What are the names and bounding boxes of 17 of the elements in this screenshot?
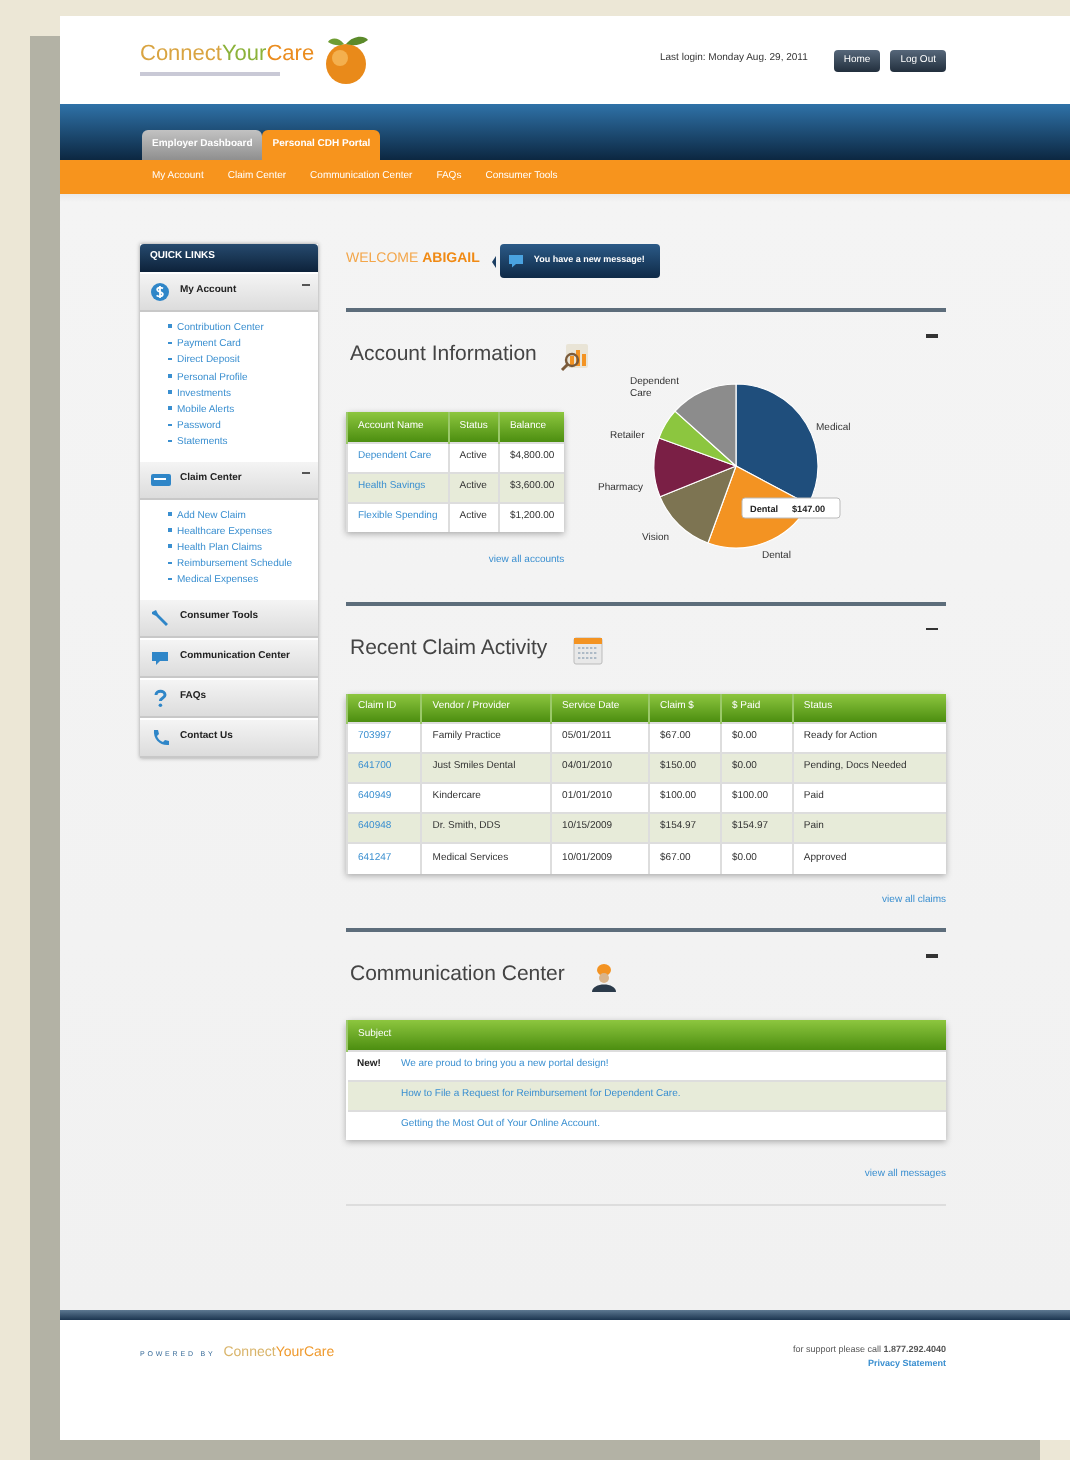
wrench-icon	[150, 607, 172, 628]
logo-text: ConnectYourCare	[140, 44, 315, 66]
fruit-logo-icon	[322, 34, 371, 86]
question-icon	[150, 687, 172, 708]
dollar-icon	[150, 282, 172, 302]
speech-bubble-icon	[150, 647, 172, 668]
tooltip-background	[741, 497, 841, 519]
person-speech-icon	[588, 960, 621, 992]
section-title: Communication Center	[350, 960, 565, 991]
calendar-icon	[571, 633, 604, 665]
speech-bubble-icon	[507, 254, 524, 268]
section-title: Recent Claim Activity	[350, 633, 548, 664]
card-icon	[150, 469, 172, 490]
tagline-bar	[140, 72, 280, 76]
phone-icon	[150, 727, 172, 748]
chart-magnifier-icon	[560, 340, 593, 372]
section-title: Account Information	[350, 340, 537, 371]
